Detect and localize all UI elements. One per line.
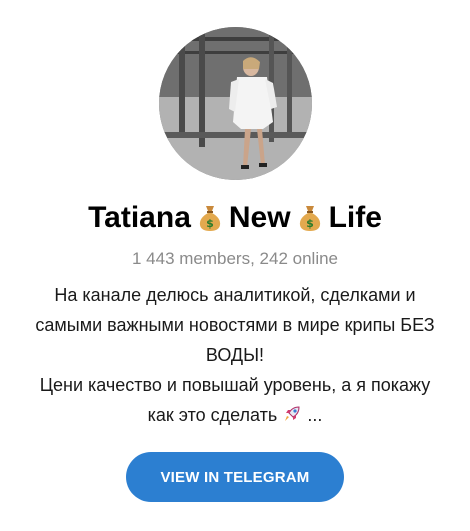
channel-title-part: New	[228, 201, 291, 234]
channel-title-part: Tatiana	[88, 201, 191, 234]
description-line: самыми важными новостями в мире крипы БЕ…	[35, 315, 435, 335]
channel-title-part: Life	[328, 201, 382, 234]
description-ellipsis: ...	[307, 405, 323, 425]
money-bag-icon: $	[299, 206, 320, 231]
channel-title: Tatiana $ New $ Life	[88, 200, 382, 236]
view-in-telegram-button[interactable]: VIEW IN TELEGRAM	[126, 452, 344, 502]
channel-description: На канале делюсь аналитикой, сделками и …	[10, 280, 460, 430]
svg-text:$: $	[306, 217, 314, 230]
rocket-icon	[285, 406, 300, 421]
members-count: 1 443 members, 242 online	[131, 249, 339, 268]
description-line: Цени качество и повышай уровень, а я пок…	[39, 375, 431, 395]
channel-preview-card: Tatiana $ New $ Life 1 443 members, 242 …	[0, 0, 470, 531]
channel-avatar	[158, 27, 312, 180]
money-bag-icon: $	[199, 206, 220, 231]
avatar-photo	[158, 27, 312, 180]
description-line: ВОДЫ!	[205, 345, 265, 365]
svg-text:$: $	[206, 217, 214, 230]
description-line: как это сделать ...	[10, 400, 460, 430]
description-line: На канале делюсь аналитикой, сделками и	[54, 285, 416, 305]
description-text: как это сделать	[147, 405, 278, 425]
